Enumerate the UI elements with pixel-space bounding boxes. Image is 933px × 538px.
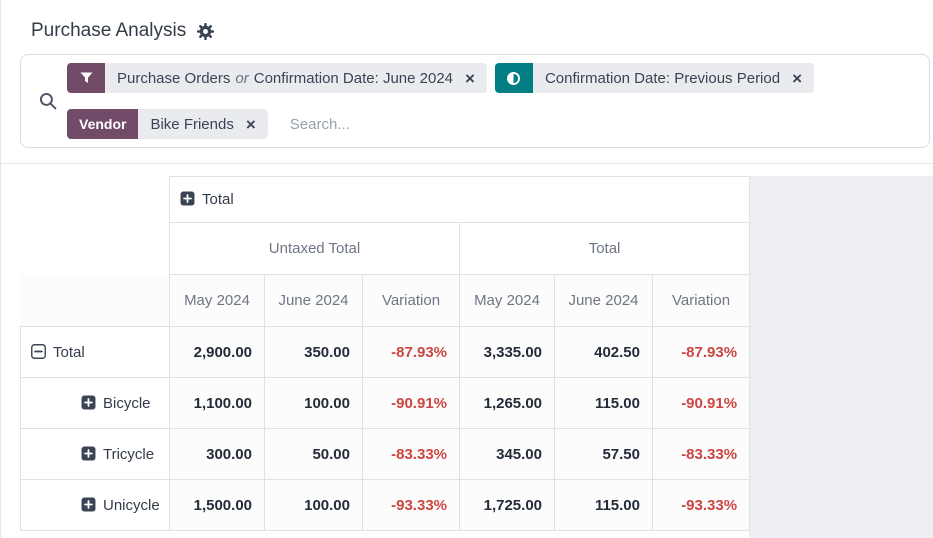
row-header-unicycle[interactable]: Unicycle xyxy=(21,480,170,531)
plus-square-icon[interactable] xyxy=(81,395,96,410)
plus-square-icon[interactable] xyxy=(180,191,195,206)
cell-variation: -87.93% xyxy=(363,327,460,378)
table-row-tricycle: Tricycle 300.00 50.00 -83.33% 345.00 57.… xyxy=(21,429,750,480)
row-header-total[interactable]: Total xyxy=(21,327,170,378)
measure-header-total[interactable]: Total xyxy=(460,223,750,275)
vendor-facet: Vendor Bike Friends × xyxy=(67,109,268,139)
search-input[interactable]: Search... xyxy=(290,116,350,133)
minus-square-icon[interactable] xyxy=(31,344,46,359)
cell-value: 300.00 xyxy=(170,429,265,480)
period-header-variation[interactable]: Variation xyxy=(363,275,460,327)
filter-connector: or xyxy=(235,70,248,87)
pivot-corner-cell xyxy=(21,177,170,223)
cell-variation: -90.91% xyxy=(363,378,460,429)
table-row-total: Total 2,900.00 350.00 -87.93% 3,335.00 4… xyxy=(21,327,750,378)
gear-icon[interactable] xyxy=(196,22,215,41)
cell-value: 402.50 xyxy=(555,327,653,378)
cell-value: 1,725.00 xyxy=(460,480,555,531)
cell-variation: -93.33% xyxy=(363,480,460,531)
cell-value: 100.00 xyxy=(265,378,363,429)
period-header-variation[interactable]: Variation xyxy=(653,275,750,327)
table-row-bicycle: Bicycle 1,100.00 100.00 -90.91% 1,265.00… xyxy=(21,378,750,429)
cell-variation: -93.33% xyxy=(653,480,750,531)
cell-value: 3,335.00 xyxy=(460,327,555,378)
filter-part-1: Purchase Orders xyxy=(117,70,230,87)
cell-value: 345.00 xyxy=(460,429,555,480)
filter-facet: Purchase Orders or Confirmation Date: Ju… xyxy=(67,63,487,93)
cell-value: 1,265.00 xyxy=(460,378,555,429)
column-group-header-total[interactable]: Total xyxy=(170,177,750,223)
period-header-june-2024[interactable]: June 2024 xyxy=(265,275,363,327)
remove-filter-icon[interactable]: × xyxy=(465,70,475,87)
vendor-facet-field: Vendor xyxy=(67,109,138,139)
comparison-facet-label: Confirmation Date: Previous Period × xyxy=(533,63,814,93)
vendor-facet-value: Bike Friends × xyxy=(138,109,267,139)
comparison-icon xyxy=(495,63,533,93)
content-background xyxy=(749,176,933,538)
remove-comparison-icon[interactable]: × xyxy=(792,70,802,87)
cell-value: 1,500.00 xyxy=(170,480,265,531)
cell-variation: -83.33% xyxy=(653,429,750,480)
table-row-unicycle: Unicycle 1,500.00 100.00 -93.33% 1,725.0… xyxy=(21,480,750,531)
page-title: Purchase Analysis xyxy=(31,20,186,42)
period-header-june-2024[interactable]: June 2024 xyxy=(555,275,653,327)
cell-value: 57.50 xyxy=(555,429,653,480)
breadcrumb: Purchase Analysis xyxy=(1,0,933,50)
cell-value: 115.00 xyxy=(555,378,653,429)
period-header-may-2024[interactable]: May 2024 xyxy=(460,275,555,327)
search-bar[interactable]: Purchase Orders or Confirmation Date: Ju… xyxy=(20,54,930,148)
search-facets: Purchase Orders or Confirmation Date: Ju… xyxy=(67,63,921,139)
filter-part-2: Confirmation Date: June 2024 xyxy=(254,70,453,87)
cell-value: 350.00 xyxy=(265,327,363,378)
remove-vendor-icon[interactable]: × xyxy=(246,116,256,133)
row-header-tricycle[interactable]: Tricycle xyxy=(21,429,170,480)
cell-variation: -90.91% xyxy=(653,378,750,429)
purchase-analysis-view: Purchase Analysis xyxy=(1,0,933,538)
measure-header-untaxed-total[interactable]: Untaxed Total xyxy=(170,223,460,275)
row-header-bicycle[interactable]: Bicycle xyxy=(21,378,170,429)
pivot-corner-cell xyxy=(21,223,170,275)
control-panel: Purchase Analysis xyxy=(1,0,933,164)
cell-variation: -83.33% xyxy=(363,429,460,480)
filter-facet-label: Purchase Orders or Confirmation Date: Ju… xyxy=(105,63,487,93)
cell-value: 1,100.00 xyxy=(170,378,265,429)
cell-value: 100.00 xyxy=(265,480,363,531)
period-header-may-2024[interactable]: May 2024 xyxy=(170,275,265,327)
plus-square-icon[interactable] xyxy=(81,497,96,512)
cell-value: 115.00 xyxy=(555,480,653,531)
pivot-table: Total Untaxed Total Total May 2024 June … xyxy=(20,176,750,531)
search-icon xyxy=(29,92,67,110)
filter-icon xyxy=(67,63,105,93)
cell-value: 50.00 xyxy=(265,429,363,480)
cell-variation: -87.93% xyxy=(653,327,750,378)
pivot-view-content: Total Untaxed Total Total May 2024 June … xyxy=(1,164,933,538)
plus-square-icon[interactable] xyxy=(81,446,96,461)
pivot-corner-cell xyxy=(21,275,170,327)
comparison-facet: Confirmation Date: Previous Period × xyxy=(495,63,814,93)
cell-value: 2,900.00 xyxy=(170,327,265,378)
